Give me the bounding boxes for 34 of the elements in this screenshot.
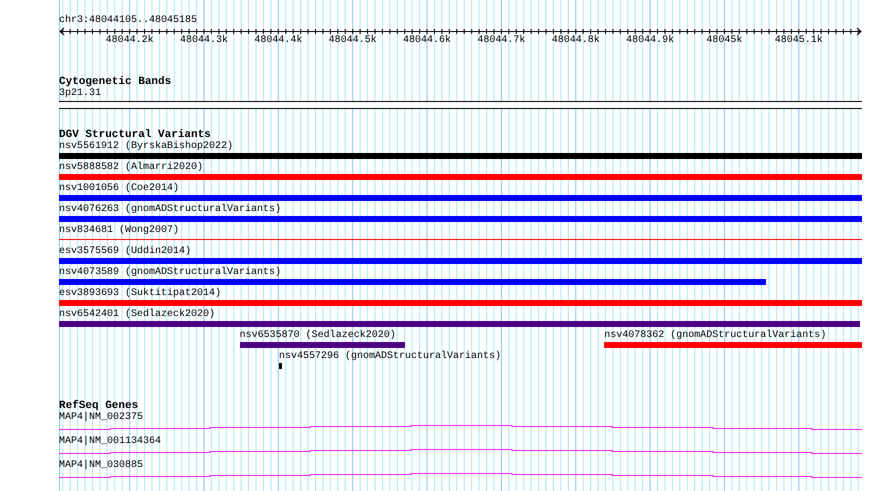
variant-label: nsv834681 (Wong2007) (59, 225, 180, 236)
gene-label: MAP4|NM_030885 (59, 460, 144, 472)
gene-model[interactable] (59, 472, 862, 479)
band-label: 3p21.31 (59, 88, 102, 100)
ruler-tick-label: 48044.8k (552, 35, 600, 46)
variant-label: esv3575569 (Uddin2014) (59, 246, 192, 257)
variant-bar[interactable] (279, 363, 282, 369)
gene-label: MAP4|NM_001134364 (59, 436, 162, 448)
gene-model[interactable] (59, 424, 862, 431)
ruler-tick-label: 48044.6k (403, 35, 452, 46)
ruler-tick-label: 48044.7k (477, 35, 526, 46)
variant-label: nsv4557296 (gnomADStructuralVariants) (279, 351, 502, 362)
variant-label: nsv5888582 (Almarri2020) (59, 162, 204, 173)
variant-label: nsv1001056 (Coe2014) (59, 183, 180, 194)
ruler-tick-label: 48044.2k (106, 35, 154, 46)
track-title: DGV Structural Variants (59, 129, 211, 141)
variant-label: esv3893693 (Suktitipat2014) (59, 288, 222, 299)
ruler-tick-label: 48045.1k (774, 35, 823, 46)
ruler-tick-label: 48044.9k (626, 35, 674, 46)
variant-label: nsv4076263 (gnomADStructuralVariants) (59, 204, 282, 215)
variant-label: nsv6535870 (Sedlazeck2020) (240, 330, 396, 341)
location-label: chr3:48044105..48045185 (59, 15, 198, 27)
track-title: RefSeq Genes (59, 400, 138, 412)
ruler-tick-label: 48044.5k (328, 35, 377, 46)
variant-label: nsv4078362 (gnomADStructuralVariants) (604, 330, 826, 341)
ruler-tick-label: 48044.4k (254, 35, 302, 46)
gene-model[interactable] (59, 448, 862, 455)
ruler-tick-label: 48044.3k (180, 35, 228, 46)
gene-label: MAP4|NM_002375 (59, 412, 144, 424)
variant-label: nsv6542401 (Sedlazeck2020) (59, 309, 216, 320)
variant-label: nsv4073589 (gnomADStructuralVariants) (59, 267, 282, 278)
ruler-tick-label: 48045k (706, 35, 742, 46)
variant-label: nsv5561912 (ByrskaBishop2022) (59, 141, 234, 152)
track-title: Cytogenetic Bands (59, 76, 172, 88)
